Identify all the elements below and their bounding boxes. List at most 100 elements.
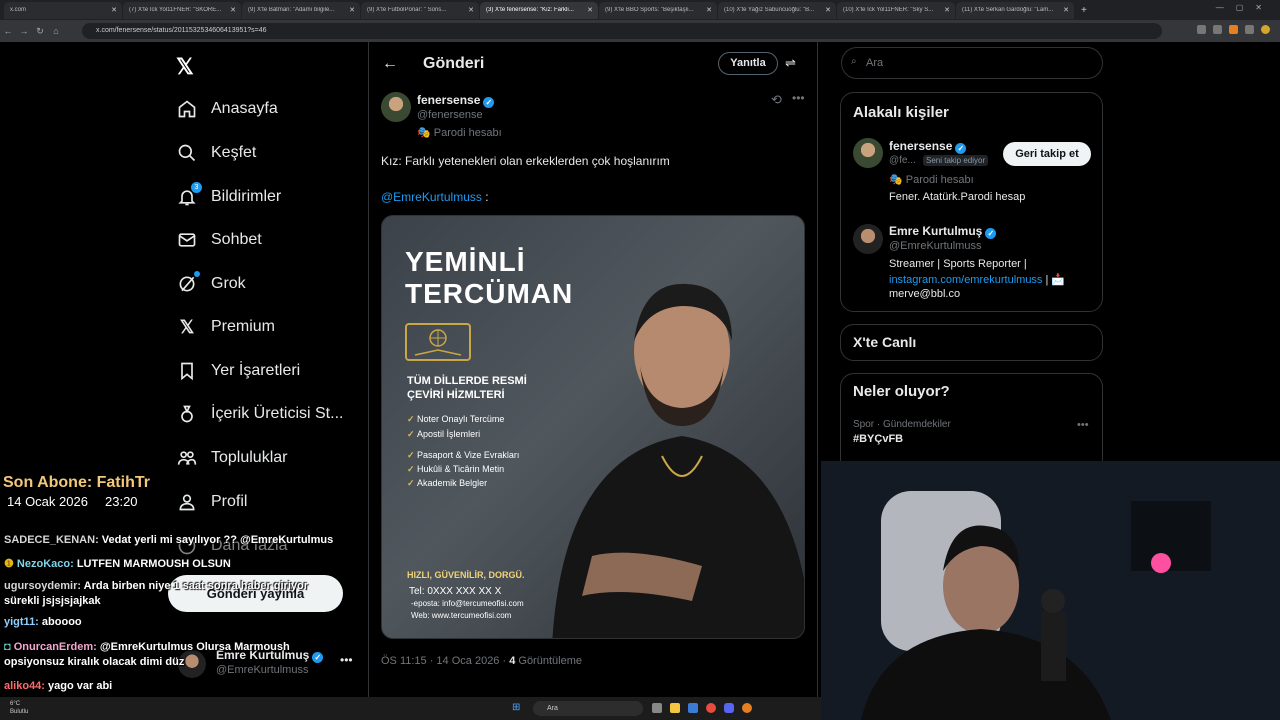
tab-title: (10) X'te Ick Yol11FNER: "Sky S... [843,7,934,13]
follow-back-button[interactable]: Geri takip et [1003,142,1091,166]
live-title: X'te Canlı [853,334,917,350]
nav-chat[interactable]: Sohbet [176,228,262,252]
chat-message: SADECE_KENAN: Vedat yerli mi sayılıyor ?… [4,533,344,548]
nav-label: Keşfet [211,144,257,161]
tab-title: (9) X'te FutbolPonar: " Sons... [367,7,447,13]
ad-list-item: ✓ Apostil İşlemleri [407,429,480,440]
chat-user: aliko44: [4,680,45,692]
mention-link[interactable]: @EmreKurtulmuss [381,190,482,204]
forward-nav-icon[interactable]: → [16,26,32,36]
discord-icon[interactable] [724,703,734,713]
close-tab-icon[interactable]: ✕ [111,6,117,14]
nav-communities[interactable]: Topluluklar [176,446,287,470]
avatar[interactable] [853,138,883,168]
nav-explore[interactable]: Keşfet [176,141,256,165]
filter-icon[interactable]: ⇌ [785,55,796,71]
extension-icon[interactable] [1245,25,1254,34]
trend-category: Spor · Gündemdekiler [853,419,951,430]
nav-profile[interactable]: Profil [176,490,247,514]
new-tab-button[interactable]: + [1081,5,1087,16]
nav-home[interactable]: Anasayfa [176,97,278,121]
browser-tab[interactable]: (11) X'te Serkan Gardoğlu: "Lam... ✕ [956,1,1074,19]
back-nav-icon[interactable]: ← [0,26,16,36]
reload-icon[interactable]: ↻ [32,26,48,37]
browser-tab[interactable]: (10) X'te Yağız Sabuncuoğlu: "B... ✕ [718,1,836,19]
reply-button[interactable]: Yanıtla [718,52,778,75]
ad-phone: Tel: 0XXX XXX XX X [409,586,502,597]
profile-icon [176,491,198,513]
tab-title: (7) X'te Ick Yol11FNER: "SKORE... [129,7,222,13]
window-controls[interactable]: —▢✕ [1216,3,1274,12]
author-handle[interactable]: @fenersense [417,109,483,121]
chat-user: OnurcanErdem: [13,641,97,653]
obs-icon[interactable] [742,703,752,713]
avatar[interactable] [853,224,883,254]
close-tab-icon[interactable]: ✕ [825,6,831,14]
post-image[interactable]: YEMİNLİ TERCÜMAN TÜM DİLLERDE RESMİ ÇEVİR… [381,215,805,639]
search-icon [176,142,198,164]
close-tab-icon[interactable]: ✕ [944,6,950,14]
taskbar-search[interactable]: Ara [533,701,643,716]
mention-suffix: : [481,190,489,204]
close-tab-icon[interactable]: ✕ [468,6,474,14]
browser-tab[interactable]: x.com ✕ [4,1,122,19]
ad-list-item: ✓ Akademik Belgler [407,478,487,489]
author-name[interactable]: fenersense ✓ [417,93,495,108]
search-input[interactable]: Ara [841,47,1103,79]
browser-tab[interactable]: (7) X'te Ick Yol11FNER: "SKORE... ✕ [123,1,241,19]
profile-avatar-icon[interactable] [1261,25,1270,34]
file-explorer-icon[interactable] [670,703,680,713]
extension-icon[interactable] [1229,25,1238,34]
ad-list-item: ✓ Hukûli & Ticârin Metin [407,464,504,475]
ad-list-text: Akademik Belgler [417,478,488,488]
chat-user: SADECE_KENAN: [4,534,99,546]
browser-tab[interactable]: (10) X'te Ick Yol11FNER: "Sky S... ✕ [837,1,955,19]
post-timestamp: ÖS 11:15 · 14 Oca 2026 · [381,655,510,667]
tab-title: (3) X'te fenersense: "Kız: Farklı... [486,7,574,13]
post-mention[interactable]: @EmreKurtulmuss : [381,190,489,204]
browser-tab[interactable]: (9) X'te Batman: "Adamı bilgile... ✕ [242,1,360,19]
nav-bookmarks[interactable]: Yer İşaretleri [176,359,300,383]
back-arrow-icon[interactable]: ← [382,55,398,73]
nav-notifications[interactable]: 3 Bildirimler [176,182,281,209]
author-avatar[interactable] [381,92,411,122]
browser-tab-active[interactable]: (3) X'te fenersense: "Kız: Farklı... ✕ [480,1,598,19]
ad-slogan: HIZLI, GÜVENİLİR, DORGÜ. [407,570,525,580]
related-person-handle[interactable]: @fe... [889,155,916,166]
nav-grok[interactable]: Grok [176,271,246,296]
extension-icon[interactable] [1213,25,1222,34]
extension-icon[interactable] [1197,25,1206,34]
close-tab-icon[interactable]: ✕ [587,6,593,14]
chrome-icon[interactable] [706,703,716,713]
sub-badge-icon: ❶ [4,558,17,570]
grok-explain-icon[interactable]: ⟲ [771,92,782,108]
author-name-text: fenersense [417,93,481,107]
home-nav-icon[interactable]: ⌂ [48,26,64,36]
related-person-name[interactable]: fenersense ✓ [889,139,967,154]
trend-hashtag[interactable]: #BYÇvFB [853,433,903,445]
nav-label: Profil [211,493,248,510]
url-input[interactable]: x.com/fenersense/status/2011532534606413… [82,23,1162,39]
close-tab-icon[interactable]: ✕ [349,6,355,14]
ad-list-text: Apostil İşlemleri [417,429,481,439]
close-tab-icon[interactable]: ✕ [1063,6,1069,14]
close-tab-icon[interactable]: ✕ [706,6,712,14]
related-person-handle[interactable]: @EmreKurtulmuss [889,240,981,252]
trend-more-icon[interactable]: ••• [1077,419,1089,431]
weather-widget[interactable]: 6°C Bulutlu [10,700,28,716]
post-more-icon[interactable]: ••• [792,91,805,105]
browser-tab[interactable]: (9) X'te BBO Sports: "Beşiktaşlı... ✕ [599,1,717,19]
bell-icon: 3 [176,182,202,208]
instagram-link[interactable]: instagram.com/emrekurtulmuss [889,274,1042,286]
ad-list-text: Pasaport & Vize Evrakları [417,450,520,460]
verified-badge-icon: ✓ [483,97,495,108]
nav-creator-studio[interactable]: İçerik Üreticisi St... [176,402,343,426]
related-person-name[interactable]: Emre Kurtulmuş ✓ [889,224,997,239]
store-icon[interactable] [688,703,698,713]
browser-tab[interactable]: (9) X'te FutbolPonar: " Sons... ✕ [361,1,479,19]
windows-start-icon[interactable]: ⊞ [512,702,520,713]
task-view-icon[interactable] [652,703,662,713]
x-logo-icon[interactable]: 𝕏 [176,54,194,80]
close-tab-icon[interactable]: ✕ [230,6,236,14]
nav-premium[interactable]: 𝕏 Premium [176,315,275,339]
